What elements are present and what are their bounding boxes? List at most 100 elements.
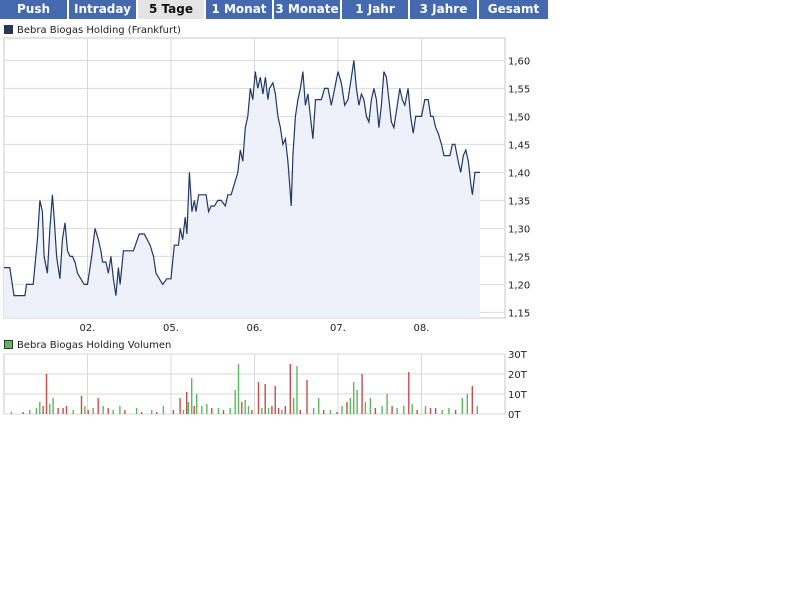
volume-bar <box>49 404 51 414</box>
volume-bar <box>336 412 338 414</box>
volume-bar <box>72 410 74 414</box>
price-y-tick-label: 1,45 <box>508 140 530 151</box>
tab-intraday[interactable]: Intraday <box>69 0 138 19</box>
volume-bar <box>65 406 68 414</box>
volume-bar <box>264 384 266 414</box>
volume-y-tick-label: 0T <box>508 410 521 421</box>
volume-bar <box>323 410 325 414</box>
volume-bar <box>271 406 273 414</box>
tab-3-jahre[interactable]: 3 Jahre <box>410 0 479 19</box>
tab-gesamt[interactable]: Gesamt <box>479 0 548 19</box>
volume-bar <box>251 410 253 414</box>
volume-bar <box>179 398 181 414</box>
volume-bar <box>196 394 198 414</box>
tab-3-monate[interactable]: 3 Monate <box>274 0 342 19</box>
volume-bar <box>289 364 291 414</box>
volume-bar <box>318 398 320 414</box>
volume-bar <box>403 406 405 414</box>
volume-bar <box>10 412 13 414</box>
volume-bar <box>281 410 283 414</box>
volume-bar <box>135 408 138 414</box>
volume-bar <box>35 408 38 414</box>
volume-bar <box>80 396 83 414</box>
price-x-tick-label: 06. <box>247 323 263 334</box>
volume-bar <box>434 408 437 414</box>
volume-bar <box>461 398 463 414</box>
volume-bar <box>92 408 94 414</box>
volume-bar <box>471 386 473 414</box>
volume-bar <box>441 410 443 414</box>
tab-5-tage[interactable]: 5 Tage <box>138 0 206 19</box>
volume-bar <box>244 400 246 414</box>
volume-bar <box>296 366 298 414</box>
volume-bar <box>156 412 158 414</box>
volume-bar <box>229 408 231 414</box>
volume-y-tick-label: 20T <box>508 370 528 381</box>
volume-bar <box>124 410 126 414</box>
volume-bar <box>346 402 348 414</box>
volume-bar <box>112 410 114 414</box>
volume-bar <box>396 408 398 414</box>
volume-bar <box>454 410 457 414</box>
volume-bar <box>193 406 195 414</box>
volume-bar <box>299 410 301 414</box>
volume-bar <box>341 406 343 414</box>
volume-bar <box>237 364 240 414</box>
volume-bar <box>234 390 236 414</box>
volume-bar <box>52 398 54 414</box>
volume-chart: 0T 10T 20T 30T <box>3 350 528 421</box>
price-y-tick-label: 1,30 <box>508 224 530 235</box>
volume-bar <box>45 374 48 414</box>
volume-bar <box>374 408 377 414</box>
price-y-tick-label: 1,60 <box>508 56 530 67</box>
timeframe-tab-bar: Push Intraday 5 Tage 1 Monat 3 Monate 1 … <box>0 0 548 20</box>
volume-bar <box>267 408 270 414</box>
tab-push[interactable]: Push <box>0 0 69 19</box>
volume-bar <box>353 382 355 414</box>
tab-1-monat[interactable]: 1 Monat <box>206 0 274 19</box>
volume-bar <box>277 408 280 414</box>
volume-bar <box>257 382 260 414</box>
volume-bar <box>261 408 263 414</box>
volume-bar <box>411 404 413 414</box>
price-x-tick-label: 02. <box>80 323 96 334</box>
volume-bar <box>191 378 193 414</box>
price-y-tick-label: 1,50 <box>508 112 530 123</box>
volume-bar <box>284 406 286 414</box>
volume-y-tick-label: 30T <box>508 350 528 361</box>
volume-bar <box>217 408 220 414</box>
volume-bar <box>381 406 383 414</box>
price-y-tick-label: 1,25 <box>508 252 530 263</box>
volume-bar <box>356 390 358 414</box>
volume-bar <box>182 410 185 414</box>
volume-bar <box>84 406 86 414</box>
volume-bar <box>211 408 213 414</box>
volume-bar <box>42 406 44 414</box>
price-y-tick-label: 1,40 <box>508 168 530 179</box>
volume-bar <box>391 406 393 414</box>
volume-y-tick-label: 10T <box>508 390 528 401</box>
volume-bar <box>448 408 450 414</box>
price-y-tick-label: 1,15 <box>508 308 530 319</box>
volume-bar <box>87 410 89 414</box>
volume-bar <box>312 408 315 414</box>
volume-bar <box>39 402 41 414</box>
volume-bar <box>369 398 372 414</box>
volume-bar <box>476 406 478 414</box>
tab-1-jahr[interactable]: 1 Jahr <box>342 0 410 19</box>
price-legend-swatch <box>4 24 13 34</box>
volume-bar <box>151 410 153 414</box>
volume-bar <box>361 374 363 414</box>
volume-bar <box>62 408 64 414</box>
volume-bar <box>292 398 295 414</box>
price-chart: 1,15 1,20 1,25 1,30 1,35 1,40 1,45 1,50 1,55 1,60… <box>3 37 530 334</box>
price-x-tick-label: 07. <box>330 323 346 334</box>
volume-bar <box>29 410 31 414</box>
volume-bar <box>241 402 243 414</box>
price-y-tick-label: 1,20 <box>508 280 530 291</box>
price-y-tick-label: 1,55 <box>508 84 530 95</box>
volume-bar <box>349 398 352 414</box>
volume-bar <box>329 410 332 414</box>
volume-bar <box>22 412 24 414</box>
volume-bar <box>416 410 418 414</box>
